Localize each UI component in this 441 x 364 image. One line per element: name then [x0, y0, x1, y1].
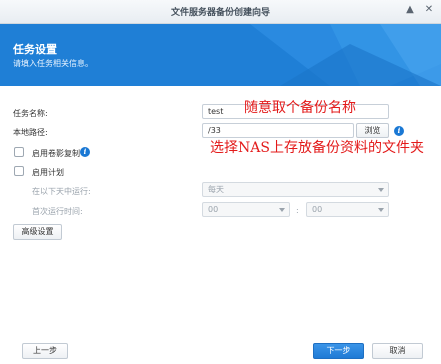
run-days-select[interactable]: 每天 [202, 182, 389, 197]
cancel-button[interactable]: 取消 [372, 343, 423, 359]
browse-button[interactable]: 浏览 [356, 123, 389, 138]
pin-icon[interactable]: ▲ [404, 4, 416, 16]
first-run-hour-select[interactable]: 00 [202, 202, 290, 217]
previous-button[interactable]: 上一步 [22, 343, 68, 359]
enable-schedule-checkbox[interactable] [14, 166, 24, 176]
local-path-input[interactable]: /33 [202, 123, 354, 138]
first-run-hour-value: 00 [208, 205, 219, 214]
name-annotation: 随意取个备份名称 [244, 100, 356, 116]
window-title: 文件服务器备份创建向导 [170, 8, 270, 18]
first-run-label: 首次运行时间: [32, 207, 83, 216]
chevron-down-icon [378, 208, 384, 212]
enable-schedule-label: 启用计划 [32, 168, 64, 177]
info-icon[interactable]: i [80, 147, 90, 157]
close-icon[interactable]: ✕ [423, 4, 435, 16]
next-button[interactable]: 下一步 [313, 343, 364, 359]
chevron-down-icon [378, 188, 384, 192]
time-separator: : [296, 206, 299, 215]
page-subtitle: 请填入任务相关信息。 [13, 59, 93, 68]
wizard-footer: 上一步 下一步 取消 [0, 337, 441, 364]
wizard-header: 任务设置 请填入任务相关信息。 [0, 24, 441, 86]
snapshot-copy-checkbox[interactable] [14, 147, 24, 157]
chevron-down-icon [279, 208, 285, 212]
info-icon[interactable]: i [394, 126, 404, 136]
first-run-minute-value: 00 [312, 205, 323, 214]
advanced-settings-button[interactable]: 高级设置 [13, 224, 62, 240]
banner-decoration [250, 24, 441, 86]
window-titlebar: 文件服务器备份创建向导 ▲ ✕ [0, 0, 441, 24]
local-path-label: 本地路径: [13, 128, 48, 137]
run-days-label: 在以下天中运行: [32, 187, 91, 196]
path-annotation: 选择NAS上存放备份资料的文件夹 [210, 140, 424, 156]
page-title: 任务设置 [13, 43, 57, 56]
run-days-value: 每天 [208, 185, 224, 194]
snapshot-copy-label: 启用卷影复制 [32, 149, 80, 158]
first-run-minute-select[interactable]: 00 [306, 202, 389, 217]
task-name-label: 任务名称: [13, 109, 48, 118]
